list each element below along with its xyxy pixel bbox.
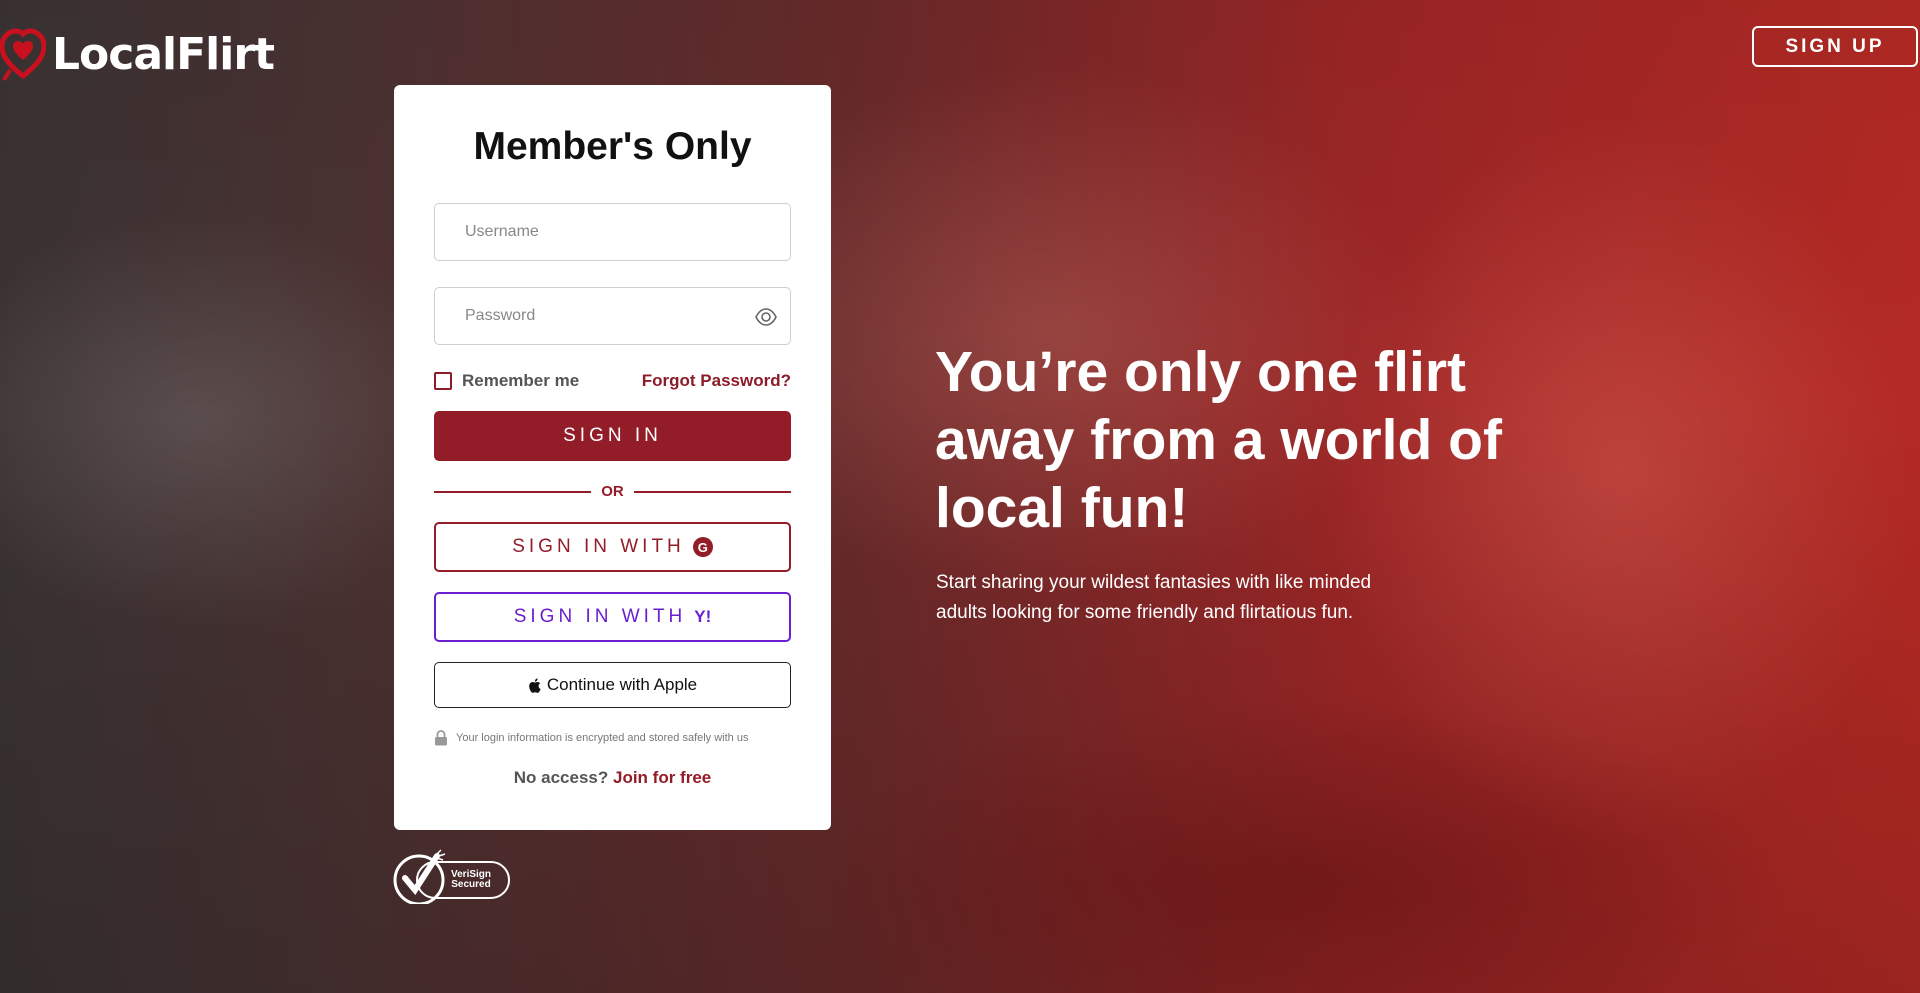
heart-logo-icon	[0, 28, 46, 82]
verisign-badge: VeriSign Secured	[393, 848, 513, 906]
no-access-label: No access?	[513, 768, 609, 787]
secure-note-text: Your login information is encrypted and …	[456, 732, 749, 744]
lock-icon	[435, 730, 447, 746]
username-field[interactable]: Username	[434, 203, 791, 261]
yahoo-icon: Y!	[694, 607, 712, 626]
yahoo-button-label: SIGN IN WITH	[513, 606, 687, 627]
hero-subtitle: Start sharing your wildest fantasies wit…	[936, 572, 1372, 623]
divider-line-right	[633, 490, 791, 493]
continue-with-apple-button[interactable]: Continue with Apple	[434, 662, 791, 708]
sign-in-google-button[interactable]: SIGN IN WITH G	[434, 522, 791, 572]
verisign-text: VeriSign Secured	[451, 870, 491, 890]
google-button-label: SIGN IN WITH	[512, 536, 685, 557]
sign-in-button[interactable]: SIGN IN	[434, 411, 791, 461]
secure-note: Your login information is encrypted and …	[434, 730, 791, 746]
join-for-free-link[interactable]: Join for free	[613, 768, 711, 787]
hero-title: You’re only one flirt away from a world …	[935, 340, 1502, 540]
divider-line-left	[434, 490, 592, 493]
or-label: OR	[601, 483, 624, 500]
remember-me[interactable]: Remember me	[434, 371, 579, 391]
google-icon: G	[692, 537, 713, 557]
or-divider: OR	[434, 483, 791, 500]
apple-icon	[529, 677, 541, 693]
remember-checkbox[interactable]	[434, 372, 452, 390]
no-access-row: No access? Join for free	[434, 768, 791, 788]
login-card: Member's Only Username Password Remember…	[394, 85, 831, 830]
sign-in-yahoo-button[interactable]: SIGN IN WITH Y!	[434, 592, 791, 642]
eye-icon[interactable]	[754, 305, 778, 329]
remember-label: Remember me	[462, 371, 580, 390]
sign-up-button[interactable]: SIGN UP	[1752, 26, 1918, 67]
forgot-password-link[interactable]: Forgot Password?	[642, 371, 791, 391]
username-placeholder: Username	[465, 223, 539, 240]
password-placeholder: Password	[465, 307, 536, 324]
login-title: Member's Only	[473, 125, 752, 168]
password-field[interactable]: Password	[434, 287, 791, 345]
logo[interactable]: LocalFlirt	[0, 26, 275, 82]
apple-button-label: Continue with Apple	[546, 675, 698, 694]
brand-name: LocalFlirt	[52, 28, 275, 80]
verisign-line2: Secured	[451, 879, 491, 890]
remember-row: Remember me Forgot Password?	[434, 371, 791, 391]
